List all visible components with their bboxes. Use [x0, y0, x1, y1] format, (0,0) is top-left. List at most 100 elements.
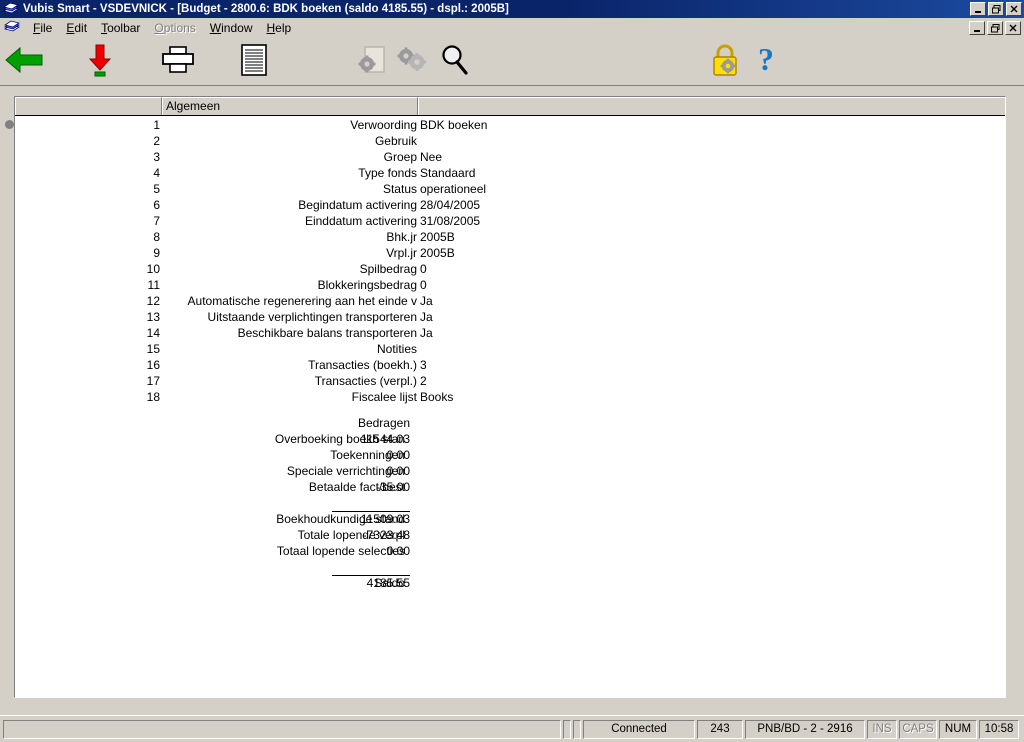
amounts-summary: Bedragen Overboeking boekh stan 11544.03…: [15, 415, 1005, 591]
table-row[interactable]: 17 Transacties (verpl.) 2: [15, 373, 1005, 389]
table-row[interactable]: 1 Verwoording BDK boeken: [15, 117, 1005, 133]
amounts-spacer: [15, 559, 1005, 575]
amount-value: -35.00: [375, 480, 410, 494]
books-icon: [3, 2, 19, 16]
close-icon[interactable]: [1006, 2, 1022, 16]
status-ins-indicator: INS: [867, 719, 897, 739]
amount-row: Overboeking boekh stan 11544.03: [15, 431, 1005, 447]
mdi-restore-icon[interactable]: [987, 21, 1003, 35]
page-gear-icon: [356, 44, 388, 79]
amount-row: Boekhoudkundige stand 11509.03: [15, 511, 1005, 527]
table-row[interactable]: 13 Uitstaande verplichtingen transporter…: [15, 309, 1005, 325]
menu-item-help[interactable]: Help: [259, 20, 298, 36]
status-connection: Connected: [583, 719, 695, 739]
menu-item-toolbar[interactable]: Toolbar: [94, 20, 147, 36]
table-row[interactable]: 9 Vrpl.jr 2005B: [15, 245, 1005, 261]
menu-label-file: ile: [40, 21, 53, 35]
svg-text:?: ?: [758, 43, 774, 77]
page-settings-button: [350, 40, 394, 82]
table-row[interactable]: 16 Transacties (boekh.) 3: [15, 357, 1005, 373]
client-area: Algemeen 1 Verwoording BDK boeken 2 Gebr…: [0, 87, 1024, 715]
menu-bar: File Edit Toolbar Options Window Help: [0, 18, 1024, 38]
row-value: Ja: [420, 294, 433, 308]
application-window: Vubis Smart - VSDEVNICK - [Budget - 2800…: [0, 0, 1024, 742]
table-row[interactable]: 2 Gebruik: [15, 133, 1005, 149]
menu-label-options: ptions: [163, 21, 196, 35]
amount-row: Totaal lopende selecties 0.00: [15, 543, 1005, 559]
table-row[interactable]: 18 Fiscalee lijst Books: [15, 389, 1005, 405]
minimize-icon[interactable]: [970, 2, 986, 16]
row-label: Spilbedrag: [359, 262, 417, 276]
back-button[interactable]: [2, 40, 46, 82]
mdi-close-icon[interactable]: [1005, 21, 1021, 35]
row-label: Beschikbare balans transporteren: [237, 326, 417, 340]
menu-item-edit[interactable]: Edit: [59, 20, 94, 36]
printer-icon: [160, 45, 196, 78]
row-value: 0: [420, 278, 427, 292]
row-value: Standaard: [420, 166, 476, 180]
menu-label-window: indow: [221, 21, 253, 35]
row-label: Notities: [376, 342, 417, 356]
save-button[interactable]: [78, 40, 122, 82]
window-controls: [970, 2, 1022, 16]
row-label: Vrpl.jr: [386, 246, 417, 260]
row-label: Transacties (boekh.): [308, 358, 417, 372]
detail-list-panel: Algemeen 1 Verwoording BDK boeken 2 Gebr…: [14, 96, 1006, 698]
save-down-arrow-icon: [85, 43, 115, 80]
print-button[interactable]: [156, 40, 200, 82]
mdi-minimize-icon[interactable]: [969, 21, 985, 35]
row-value: 2005B: [420, 246, 455, 260]
authorisations-button[interactable]: [704, 40, 748, 82]
magnifier-icon: [439, 44, 469, 79]
menu-item-file[interactable]: File: [26, 20, 59, 36]
row-value: 2005B: [420, 230, 455, 244]
column-header-value[interactable]: [418, 97, 1005, 115]
table-row[interactable]: 4 Type fonds Standaard: [15, 165, 1005, 181]
table-row[interactable]: 14 Beschikbare balans transporteren Ja: [15, 325, 1005, 341]
table-row[interactable]: 10 Spilbedrag 0: [15, 261, 1005, 277]
status-caps-indicator: CAPS: [899, 719, 937, 739]
table-row[interactable]: 5 Status operationeel: [15, 181, 1005, 197]
menu-item-window[interactable]: Window: [203, 20, 260, 36]
table-row[interactable]: 15 Notities: [15, 341, 1005, 357]
menu-item-options: Options: [154, 21, 196, 35]
column-header-number[interactable]: [15, 97, 162, 115]
amounts-column-header-row: Bedragen: [15, 415, 1005, 431]
total-row: Saldo 4185.55: [15, 575, 1005, 591]
toolbar: ?: [0, 38, 1024, 86]
list-button[interactable]: [232, 40, 276, 82]
table-row[interactable]: 8 Bhk.jr 2005B: [15, 229, 1005, 245]
table-row[interactable]: 11 Blokkeringsbedrag 0: [15, 277, 1005, 293]
table-row[interactable]: 7 Einddatum activering 31/08/2005: [15, 213, 1005, 229]
row-value: 2: [420, 374, 427, 388]
detail-rows: 1 Verwoording BDK boeken 2 Gebruik 3 Gro…: [15, 117, 1005, 405]
back-arrow-icon: [4, 45, 44, 78]
row-label: Bhk.jr: [386, 230, 417, 244]
table-row[interactable]: 12 Automatische regenerering aan het ein…: [15, 293, 1005, 309]
column-header-algemeen[interactable]: Algemeen: [162, 97, 418, 115]
search-button[interactable]: [432, 40, 476, 82]
settings-button[interactable]: [390, 40, 434, 82]
list-document-icon: [240, 43, 268, 79]
row-label: Groep: [383, 150, 417, 164]
row-label: Uitstaande verplichtingen transporteren: [207, 310, 417, 324]
status-spacer-2: [573, 719, 581, 739]
menu-label-toolbar: oolbar: [107, 21, 141, 35]
total-value: 4185.55: [366, 576, 410, 590]
table-row[interactable]: 6 Begindatum activering 28/04/2005: [15, 197, 1005, 213]
menu-label-help: elp: [275, 21, 292, 35]
table-row[interactable]: 3 Groep Nee: [15, 149, 1005, 165]
restore-icon[interactable]: [988, 2, 1004, 16]
row-value: 0: [420, 262, 427, 276]
row-label: Transacties (verpl.): [314, 374, 417, 388]
status-time: 10:58: [979, 719, 1019, 739]
row-value: BDK boeken: [420, 118, 488, 132]
status-message: [3, 719, 561, 739]
amount-value: 11544.03: [360, 432, 410, 446]
help-button[interactable]: ?: [744, 40, 788, 82]
amount-value: 0.00: [386, 464, 410, 478]
books-icon: [4, 20, 26, 37]
status-num-indicator: NUM: [939, 719, 977, 739]
amount-value: -7323.48: [362, 528, 410, 542]
row-value: Ja: [420, 326, 433, 340]
